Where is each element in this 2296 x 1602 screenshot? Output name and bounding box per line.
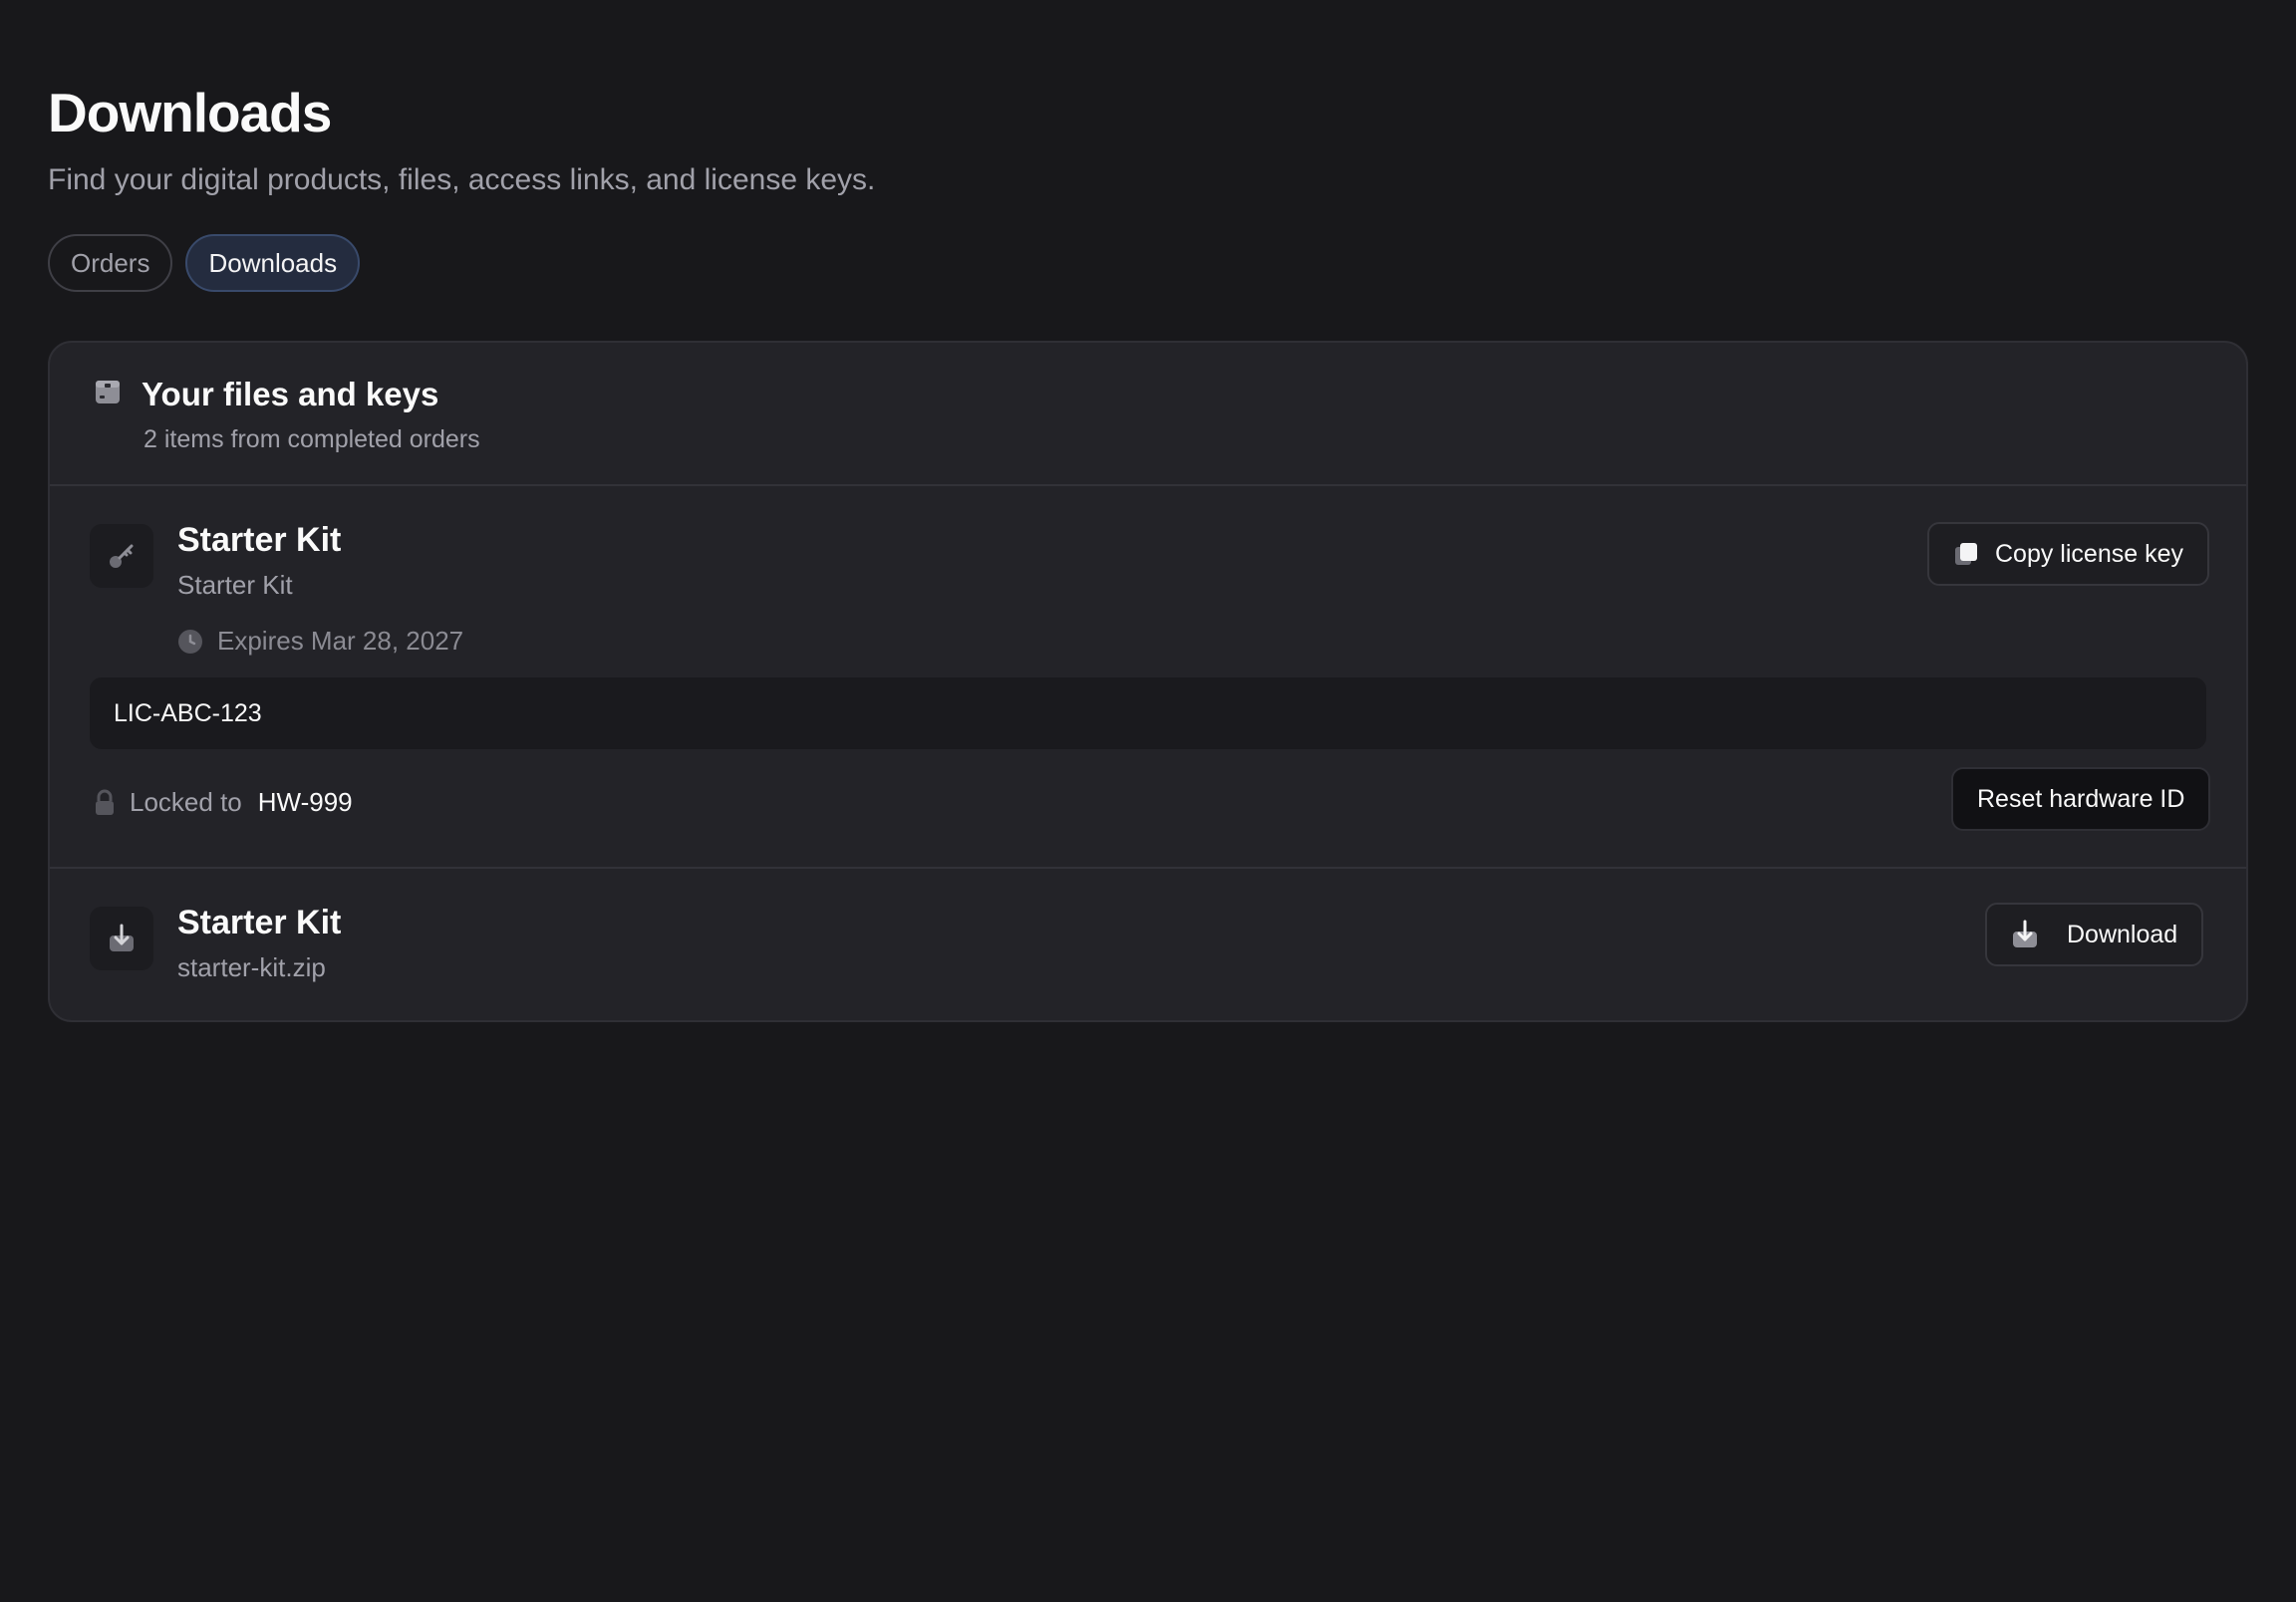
license-icon-box [90,524,153,588]
page-subtitle: Find your digital products, files, acces… [48,163,876,196]
locked-label: Locked to [130,787,242,817]
clock-icon [178,629,202,654]
archive-box-icon [96,381,120,403]
expiry-text: Expires Mar 28, 2027 [217,626,464,656]
file-icon-box [90,907,153,970]
copy-license-key-label: Copy license key [1995,539,2183,568]
key-icon [110,544,134,568]
tab-orders[interactable]: Orders [48,234,173,292]
files-and-keys-card: Your files and keys 2 items from complet… [48,341,2248,1022]
hardware-id: HW-999 [257,787,353,817]
download-button[interactable]: Download [1985,903,2204,966]
expiry-row: Expires Mar 28, 2027 [177,626,463,657]
file-item: Starter Kit starter-kit.zip Download [50,869,2246,1020]
copy-license-key-button[interactable]: Copy license key [1927,522,2209,586]
tab-bar: Orders Downloads [48,234,361,292]
download-icon [2013,920,2037,947]
tab-downloads[interactable]: Downloads [185,234,361,292]
lock-icon [96,789,114,815]
download-tray-icon [110,924,134,951]
card-header: Your files and keys 2 items from complet… [50,343,2246,486]
reset-hardware-id-button[interactable]: Reset hardware ID [1951,767,2211,831]
license-item-product: Starter Kit [177,570,293,600]
item-count: 2 items from completed orders [144,425,480,453]
file-item-filename: starter-kit.zip [177,952,326,982]
file-item-name: Starter Kit [177,904,342,941]
license-item: Starter Kit Starter Kit Expires Mar 28, … [50,486,2246,869]
hardware-lock-row: Locked to HW-999 [94,787,353,818]
page-title: Downloads [48,82,332,143]
card-title: Your files and keys [142,376,439,412]
license-item-name: Starter Kit [177,521,342,559]
license-key-field[interactable]: LIC-ABC-123 [90,677,2206,749]
copy-icon [1955,543,1977,565]
download-button-label: Download [2067,920,2178,948]
